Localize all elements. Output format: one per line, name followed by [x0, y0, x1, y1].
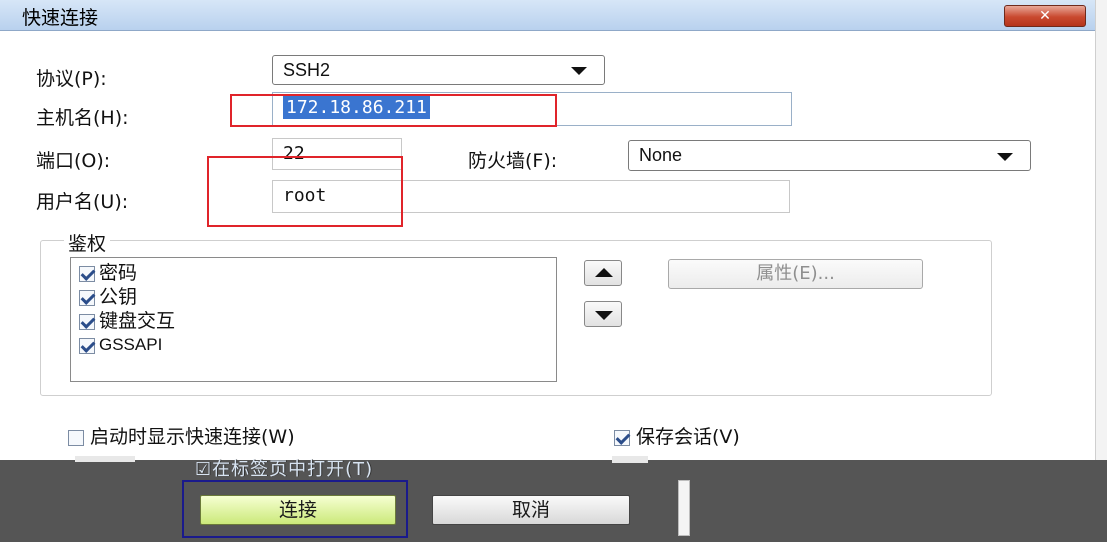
auth-item-publickey: 公钥	[99, 286, 138, 308]
auth-item-password: 密码	[99, 262, 138, 284]
properties-button[interactable]: 属性(E)...	[668, 259, 923, 289]
auth-method-list[interactable]: 密码 公钥 键盘交互 GSSAPI	[70, 257, 557, 382]
username-label: 用户名(U):	[36, 191, 129, 213]
firewall-select[interactable]: None	[628, 140, 1031, 171]
annotation-box-hostname	[230, 94, 557, 127]
open-in-tab-label: 在标签页中打开(T)	[212, 459, 374, 480]
divider	[612, 456, 648, 463]
port-label: 端口(O):	[36, 150, 111, 172]
checkbox-checked-icon[interactable]	[79, 265, 95, 282]
chevron-down-icon	[571, 67, 587, 75]
annotation-box-port-username	[207, 156, 403, 227]
show-on-startup-label: 启动时显示快速连接(W)	[90, 426, 295, 448]
show-on-startup-option[interactable]: 启动时显示快速连接(W)	[68, 422, 295, 449]
arrow-down-icon	[595, 311, 613, 320]
window-title: 快速连接	[22, 7, 99, 29]
checkbox-unchecked-icon[interactable]	[68, 429, 84, 446]
move-up-button[interactable]	[584, 260, 622, 286]
checkbox-checked-icon[interactable]	[79, 313, 95, 330]
divider	[75, 456, 135, 462]
checkbox-checked-icon[interactable]: ☑	[195, 459, 212, 480]
close-button[interactable]: ✕	[1004, 5, 1086, 27]
title-bar: 快速连接 ✕	[0, 0, 1095, 31]
auth-item-gssapi: GSSAPI	[99, 335, 163, 354]
checkbox-checked-icon[interactable]	[614, 429, 630, 446]
protocol-select[interactable]: SSH2	[272, 55, 605, 85]
window-edge	[1095, 0, 1107, 460]
protocol-value: SSH2	[283, 60, 331, 80]
list-item[interactable]: 键盘交互	[79, 310, 175, 332]
save-session-option[interactable]: 保存会话(V)	[614, 422, 740, 449]
save-session-label: 保存会话(V)	[636, 426, 740, 448]
hostname-label: 主机名(H):	[36, 107, 129, 129]
firewall-label: 防火墙(F):	[468, 150, 558, 172]
open-in-tab-option[interactable]: ☑在标签页中打开(T)	[195, 455, 373, 481]
connect-button[interactable]: 连接	[200, 495, 396, 525]
auth-item-keyboard-interactive: 键盘交互	[99, 310, 176, 332]
list-item[interactable]: GSSAPI	[79, 334, 162, 356]
checkbox-checked-icon[interactable]	[79, 337, 95, 354]
scrollbar[interactable]	[678, 480, 690, 536]
chevron-down-icon	[997, 153, 1013, 161]
close-icon: ✕	[1039, 8, 1051, 24]
list-item[interactable]: 公钥	[79, 286, 137, 308]
arrow-up-icon	[595, 268, 613, 277]
firewall-value: None	[639, 145, 683, 165]
protocol-label: 协议(P):	[36, 68, 107, 90]
move-down-button[interactable]	[584, 301, 622, 327]
cancel-button[interactable]: 取消	[432, 495, 630, 525]
list-item[interactable]: 密码	[79, 262, 137, 284]
auth-group-title: 鉴权	[64, 229, 111, 256]
checkbox-checked-icon[interactable]	[79, 289, 95, 306]
